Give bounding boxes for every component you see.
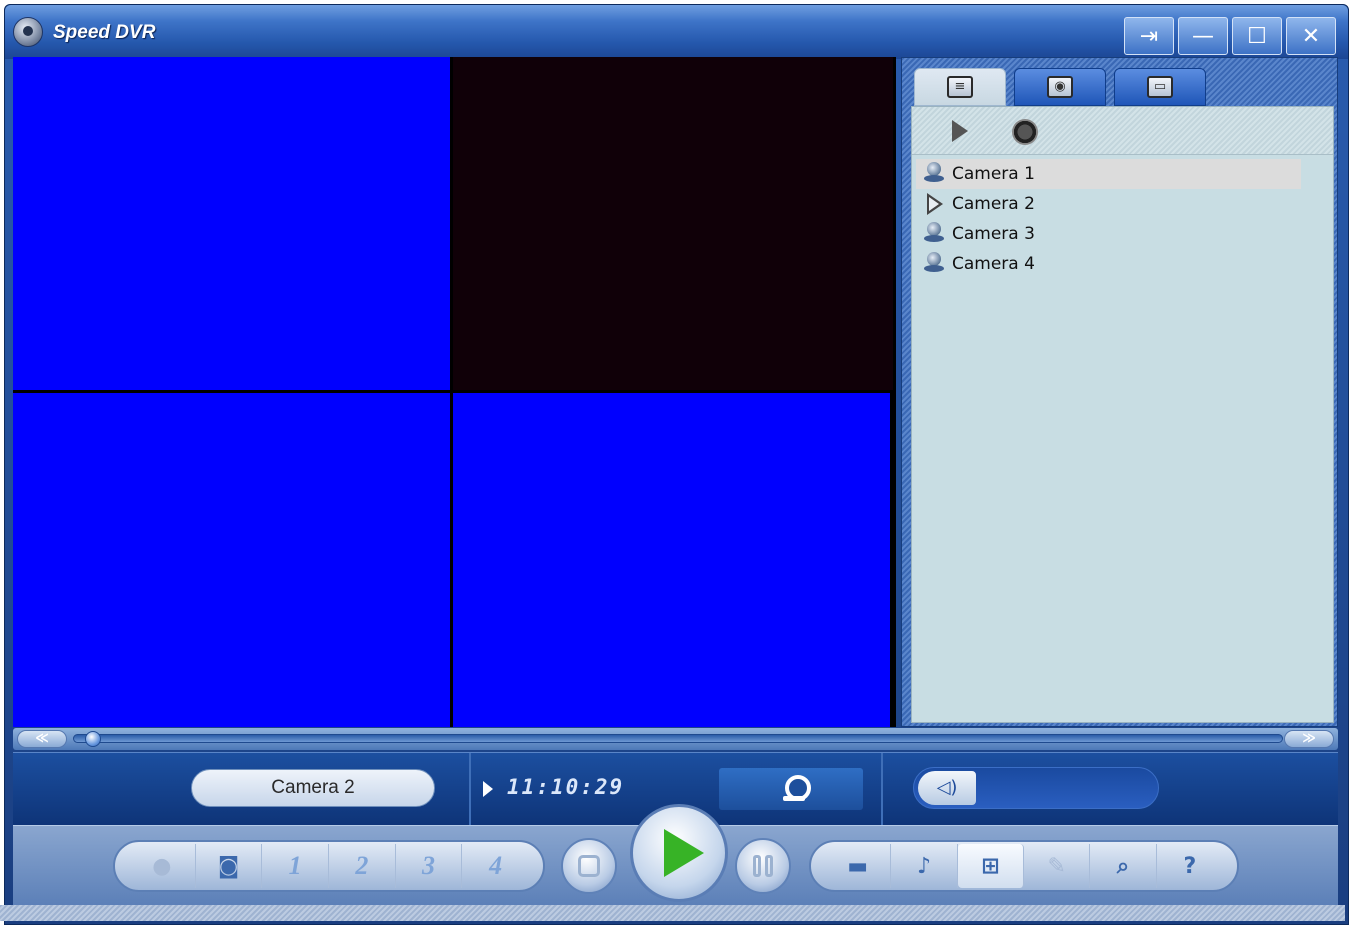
status-divider (881, 753, 883, 826)
rewind-button[interactable]: ≪ (17, 730, 67, 748)
camera-label: Camera 3 (952, 224, 1035, 244)
video-grid (13, 57, 896, 727)
speaker-icon[interactable]: ◁) (918, 771, 976, 805)
seek-track[interactable] (73, 734, 1283, 743)
grid-icon: ⊞ (981, 853, 1000, 879)
side-panel: ≡ ◉ ▭ Camera 1 Camera 2 Camera 3 Camera … (901, 57, 1338, 727)
app-logo-icon (13, 17, 43, 47)
video-tile-4[interactable] (453, 393, 890, 727)
camera-list-icon: ≡ (947, 76, 973, 98)
minimize-button[interactable]: — (1178, 17, 1228, 55)
record-icon: ● (152, 853, 172, 879)
record-camera-button[interactable] (719, 768, 863, 810)
play-icon (922, 192, 946, 216)
stop-icon (578, 855, 600, 877)
help-icon: ? (1183, 853, 1197, 879)
play-button[interactable] (630, 804, 728, 902)
camera-label: Camera 1 (952, 164, 1035, 184)
snapshot-icon: ◉ (1047, 76, 1073, 98)
open-folder-button[interactable]: ▬ (825, 844, 892, 888)
camera-panel: Camera 1 Camera 2 Camera 3 Camera 4 (911, 106, 1334, 723)
play-icon (664, 829, 704, 877)
help-button[interactable]: ? (1157, 844, 1223, 888)
seek-thumb[interactable] (85, 731, 101, 747)
video-tile-3[interactable] (13, 393, 450, 727)
close-button[interactable]: ✕ (1286, 17, 1336, 55)
pause-button[interactable] (735, 838, 791, 894)
tray-button[interactable]: ⇥ (1124, 17, 1174, 55)
search-button[interactable]: ⌕ (1090, 844, 1157, 888)
maximize-button[interactable]: ☐ (1232, 17, 1282, 55)
folder-icon: ▬ (847, 853, 869, 879)
control-bar: ● ◙ 1 2 3 4 ▬ ♪ ⊞ ✎ ⌕ ? (13, 804, 1338, 905)
panel-toolbar (912, 107, 1333, 155)
settings-button[interactable]: ✎ (1024, 844, 1091, 888)
volume-slider[interactable]: ◁) (913, 767, 1159, 809)
video-tile-2[interactable] (453, 57, 893, 390)
record-button[interactable]: ● (129, 844, 196, 888)
layout-button[interactable]: ⊞ (957, 844, 1025, 888)
active-camera-name: Camera 2 (191, 769, 435, 807)
channel-3-button[interactable]: 3 (396, 844, 463, 888)
status-divider (469, 753, 471, 826)
alarm-button[interactable]: ♪ (891, 844, 958, 888)
tab-playback[interactable]: ▭ (1114, 68, 1206, 106)
video-tile-1[interactable] (13, 57, 450, 390)
bell-icon: ♪ (916, 853, 932, 879)
camera-label: Camera 4 (952, 254, 1035, 274)
seek-bar: ≪ ≫ (13, 728, 1338, 750)
camera-item-2[interactable]: Camera 2 (916, 189, 1301, 219)
webcam-icon (783, 775, 811, 801)
time-play-icon (483, 781, 493, 797)
tape-icon: ▭ (1147, 76, 1173, 98)
channel-2-button[interactable]: 2 (329, 844, 396, 888)
pause-icon (753, 855, 773, 877)
camera-icon: ◙ (217, 853, 240, 879)
globe-icon[interactable] (1012, 119, 1038, 145)
forward-button[interactable]: ≫ (1284, 730, 1334, 748)
tools-group: ▬ ♪ ⊞ ✎ ⌕ ? (809, 840, 1239, 892)
search-icon: ⌕ (1116, 853, 1130, 879)
camera-item-3[interactable]: Camera 3 (916, 219, 1301, 249)
status-footer (0, 905, 1345, 921)
channel-group: ● ◙ 1 2 3 4 (113, 840, 545, 892)
tab-camera-list[interactable]: ≡ (914, 68, 1006, 106)
camera-list: Camera 1 Camera 2 Camera 3 Camera 4 (916, 159, 1301, 279)
snapshot-button[interactable]: ◙ (196, 844, 263, 888)
camera-item-4[interactable]: Camera 4 (916, 249, 1301, 279)
channel-4-button[interactable]: 4 (462, 844, 529, 888)
play-icon[interactable] (952, 120, 968, 142)
app-title: Speed DVR (53, 22, 156, 43)
camera-label: Camera 2 (952, 194, 1035, 214)
webcam-icon (922, 222, 946, 246)
camera-item-1[interactable]: Camera 1 (916, 159, 1301, 189)
channel-1-button[interactable]: 1 (262, 844, 330, 888)
tab-snapshot[interactable]: ◉ (1014, 68, 1106, 106)
time-display: 11:10:29 (507, 775, 625, 799)
webcam-icon (922, 162, 946, 186)
stop-button[interactable] (561, 838, 617, 894)
title-bar[interactable]: Speed DVR ⇥ — ☐ ✕ (5, 5, 1348, 59)
webcam-icon (922, 252, 946, 276)
wrench-icon: ✎ (1047, 853, 1066, 879)
